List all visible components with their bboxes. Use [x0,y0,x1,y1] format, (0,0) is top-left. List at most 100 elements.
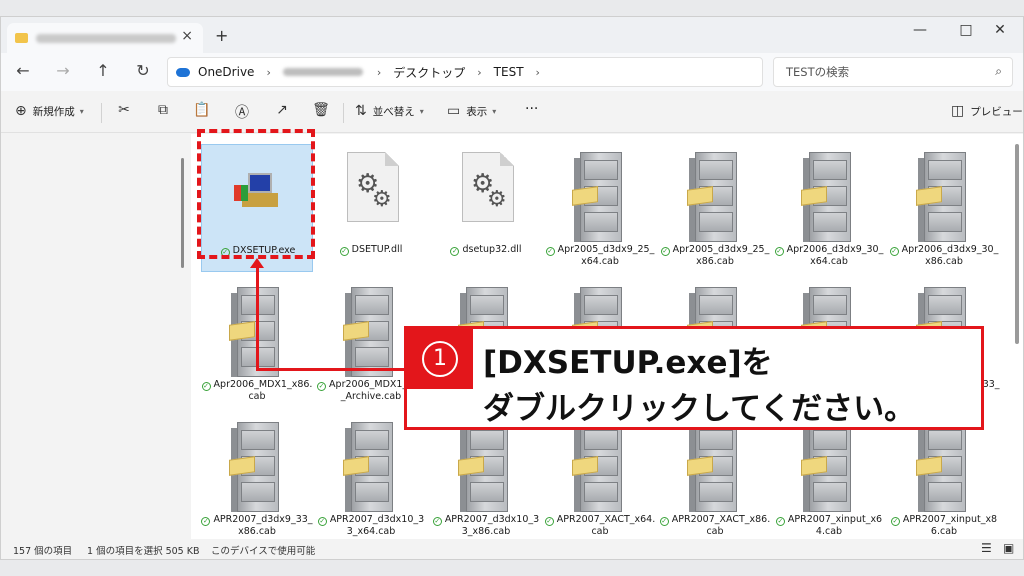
file-name-text: dsetup32.dll [462,244,522,255]
preview-pane-button[interactable]: ◫ プレビュー [951,103,1023,119]
breadcrumb-test[interactable]: TEST [494,65,524,79]
breadcrumb-chevron[interactable]: › [266,66,270,79]
sync-status-check-icon: ✓ [317,382,327,391]
minimize-button[interactable]: — [897,22,943,38]
file-name: ✓ Apr2005_d3dx9_25_x64.cab [544,244,656,268]
file-name-text: APR2007_XACT_x64.cab [556,514,656,537]
divider [343,103,344,123]
file-item-cab[interactable]: ✓ APR2007_d3dx10_33_x86.cab [430,414,542,539]
sync-status-check-icon: ✓ [889,247,899,256]
file-name-text: Apr2006_MDX1_x86.cab [213,379,313,402]
file-name-text: Apr2006_d3dx9_30_x86.cab [901,244,999,267]
file-item-dll[interactable]: ⚙ ⚙ ✓ dsetup32.dll [430,144,542,272]
search-icon[interactable]: ⌕ [995,64,1002,79]
onedrive-cloud-icon [176,67,190,77]
delete-icon[interactable]: 🗑 [310,102,332,118]
divider [101,103,102,123]
paste-icon[interactable]: 📋 [191,102,213,118]
file-item-cab[interactable]: ✓ Apr2005_d3dx9_25_x86.cab [659,144,771,272]
file-cabinet-icon [566,152,634,242]
sync-status-check-icon: ✓ [317,517,327,526]
new-button[interactable]: ⊕ 新規作成 ▾ [15,103,84,119]
breadcrumb-onedrive[interactable]: OneDrive [198,65,254,79]
file-name-text: Apr2006_d3dx9_30_x64.cab [786,244,884,267]
file-name: ✓ dsetup32.dll [430,244,542,256]
file-name: ✓ Apr2006_d3dx9_30_x86.cab [888,244,1000,268]
rename-icon[interactable]: Ⓐ [231,102,253,122]
file-item-cab[interactable]: ✓ APR2007_XACT_x64.cab [544,414,656,539]
breadcrumb-chevron[interactable]: › [477,66,481,79]
file-name-text: APR2007_d3dx10_33_x64.cab [329,514,425,537]
view-button-label: 表示 [466,105,488,118]
sync-status-check-icon: ✓ [659,517,669,526]
item-count: 157 個の項目 [13,546,73,557]
sync-status-check-icon: ✓ [890,517,900,526]
file-cabinet-icon [681,152,749,242]
new-button-label: 新規作成 [32,105,75,118]
title-bar: × + — □ ✕ [1,17,1023,53]
arrow-line-horizontal [256,368,406,371]
chevron-down-icon: ▾ [492,106,497,116]
details-view-icon[interactable]: ☰ [981,541,992,555]
file-name: ✓ Apr2006_d3dx9_30_x64.cab [773,244,885,268]
breadcrumb-chevron[interactable]: › [536,66,540,79]
close-window-button[interactable]: ✕ [977,22,1023,38]
view-button[interactable]: ▭ 表示 ▾ [447,103,496,119]
file-name-text: APR2007_xinput_x86.cab [902,514,998,537]
file-item-cab[interactable]: ✓ APR2007_d3dx9_33_x86.cab [201,414,313,539]
navigation-pane[interactable] [1,134,184,539]
file-name: ✓ APR2007_d3dx10_33_x86.cab [430,514,542,538]
sync-status-check-icon: ✓ [432,517,442,526]
search-input[interactable]: TESTの検索 ⌕ [773,57,1013,87]
breadcrumb-redacted[interactable] [282,68,363,76]
breadcrumb-chevron[interactable]: › [377,66,381,79]
navigation-pane-scrollbar[interactable] [181,158,184,268]
instruction-line-2: ダブルクリックしてください。 [483,391,916,427]
sync-status-check-icon: ✓ [201,382,211,391]
file-item-cab[interactable]: ✓ Apr2005_d3dx9_25_x64.cab [544,144,656,272]
step-number: 1 [422,341,458,377]
file-name: ✓ APR2007_XACT_x64.cab [544,514,656,538]
sync-status-check-icon: ✓ [660,247,670,256]
chevron-down-icon: ▾ [79,106,84,116]
file-item-cab[interactable]: ✓ Apr2006_d3dx9_30_x64.cab [773,144,885,272]
breadcrumb-desktop[interactable]: デスクトップ [393,64,465,81]
tab-title-redacted [36,33,176,43]
tiles-view-icon[interactable]: ▣ [1003,541,1014,555]
arrow-line-vertical [256,266,259,370]
file-cabinet-icon [910,152,978,242]
file-item-cab[interactable]: ✓ Apr2006_d3dx9_30_x86.cab [888,144,1000,272]
file-name: ✓ Apr2006_MDX1_x86.cab [201,379,313,403]
up-button[interactable]: ↑ [91,61,115,80]
more-options-button[interactable]: ··· [525,101,538,117]
sync-status-check-icon: ✓ [201,517,211,526]
preview-button-label: プレビュー [970,105,1023,118]
back-button[interactable]: ← [11,61,35,80]
file-item-cab[interactable]: ✓ APR2007_xinput_x86.cab [888,414,1000,539]
file-item-cab[interactable]: ✓ APR2007_d3dx10_33_x64.cab [315,414,427,539]
file-cabinet-icon [795,152,863,242]
refresh-button[interactable]: ↻ [131,61,155,80]
view-icon: ▭ [447,103,461,119]
close-tab-icon[interactable]: × [181,28,193,44]
file-cabinet-icon [566,422,634,512]
file-item-dll[interactable]: ⚙ ⚙ ✓ DSETUP.dll [315,144,427,272]
file-item-cab[interactable]: ✓ APR2007_XACT_x86.cab [659,414,771,539]
preview-pane-icon: ◫ [951,103,965,119]
tab-current[interactable]: × [7,23,203,53]
file-name: ✓ APR2007_XACT_x86.cab [659,514,771,538]
forward-button[interactable]: → [51,61,75,80]
step-number-badge: 1 [407,329,473,389]
sync-status-check-icon: ✓ [544,517,554,526]
sync-status-check-icon: ✓ [775,517,785,526]
cut-icon[interactable]: ✂ [113,102,135,118]
new-tab-button[interactable]: + [215,26,228,45]
file-grid-scrollbar[interactable] [1015,144,1019,344]
share-icon[interactable]: ↗ [271,102,293,118]
copy-icon[interactable]: ⧉ [152,102,174,118]
file-item-cab[interactable]: ✓ APR2007_xinput_x64.cab [773,414,885,539]
address-bar[interactable]: OneDrive › › デスクトップ › TEST › [167,57,763,87]
file-name: ✓ APR2007_xinput_x86.cab [888,514,1000,538]
sort-button[interactable]: ⇅ 並べ替え ▾ [355,103,424,119]
file-name: ✓ APR2007_xinput_x64.cab [773,514,885,538]
